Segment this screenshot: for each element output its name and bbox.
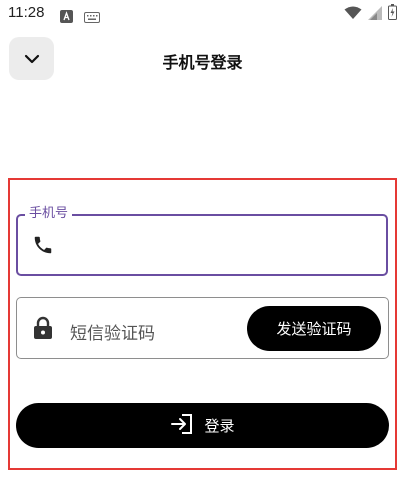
keyboard-icon (84, 8, 100, 27)
login-button-label: 登录 (204, 417, 235, 435)
status-time: 11:28 (8, 4, 45, 21)
battery-icon (388, 4, 397, 24)
login-icon (170, 413, 194, 439)
sms-code-placeholder: 短信验证码 (70, 324, 155, 344)
login-button[interactable]: 登录 (16, 403, 389, 448)
app-notification-icon (60, 8, 73, 27)
phone-input[interactable] (16, 214, 388, 276)
send-code-button[interactable]: 发送验证码 (247, 306, 381, 351)
status-bar: 11:28 (0, 0, 405, 28)
lock-icon (33, 316, 53, 344)
wifi-icon (344, 5, 362, 24)
page-title: 手机号登录 (162, 53, 243, 72)
status-indicators (344, 4, 397, 24)
phone-icon (32, 234, 54, 260)
phone-field-label: 手机号 (25, 205, 73, 223)
signal-icon (368, 5, 382, 24)
